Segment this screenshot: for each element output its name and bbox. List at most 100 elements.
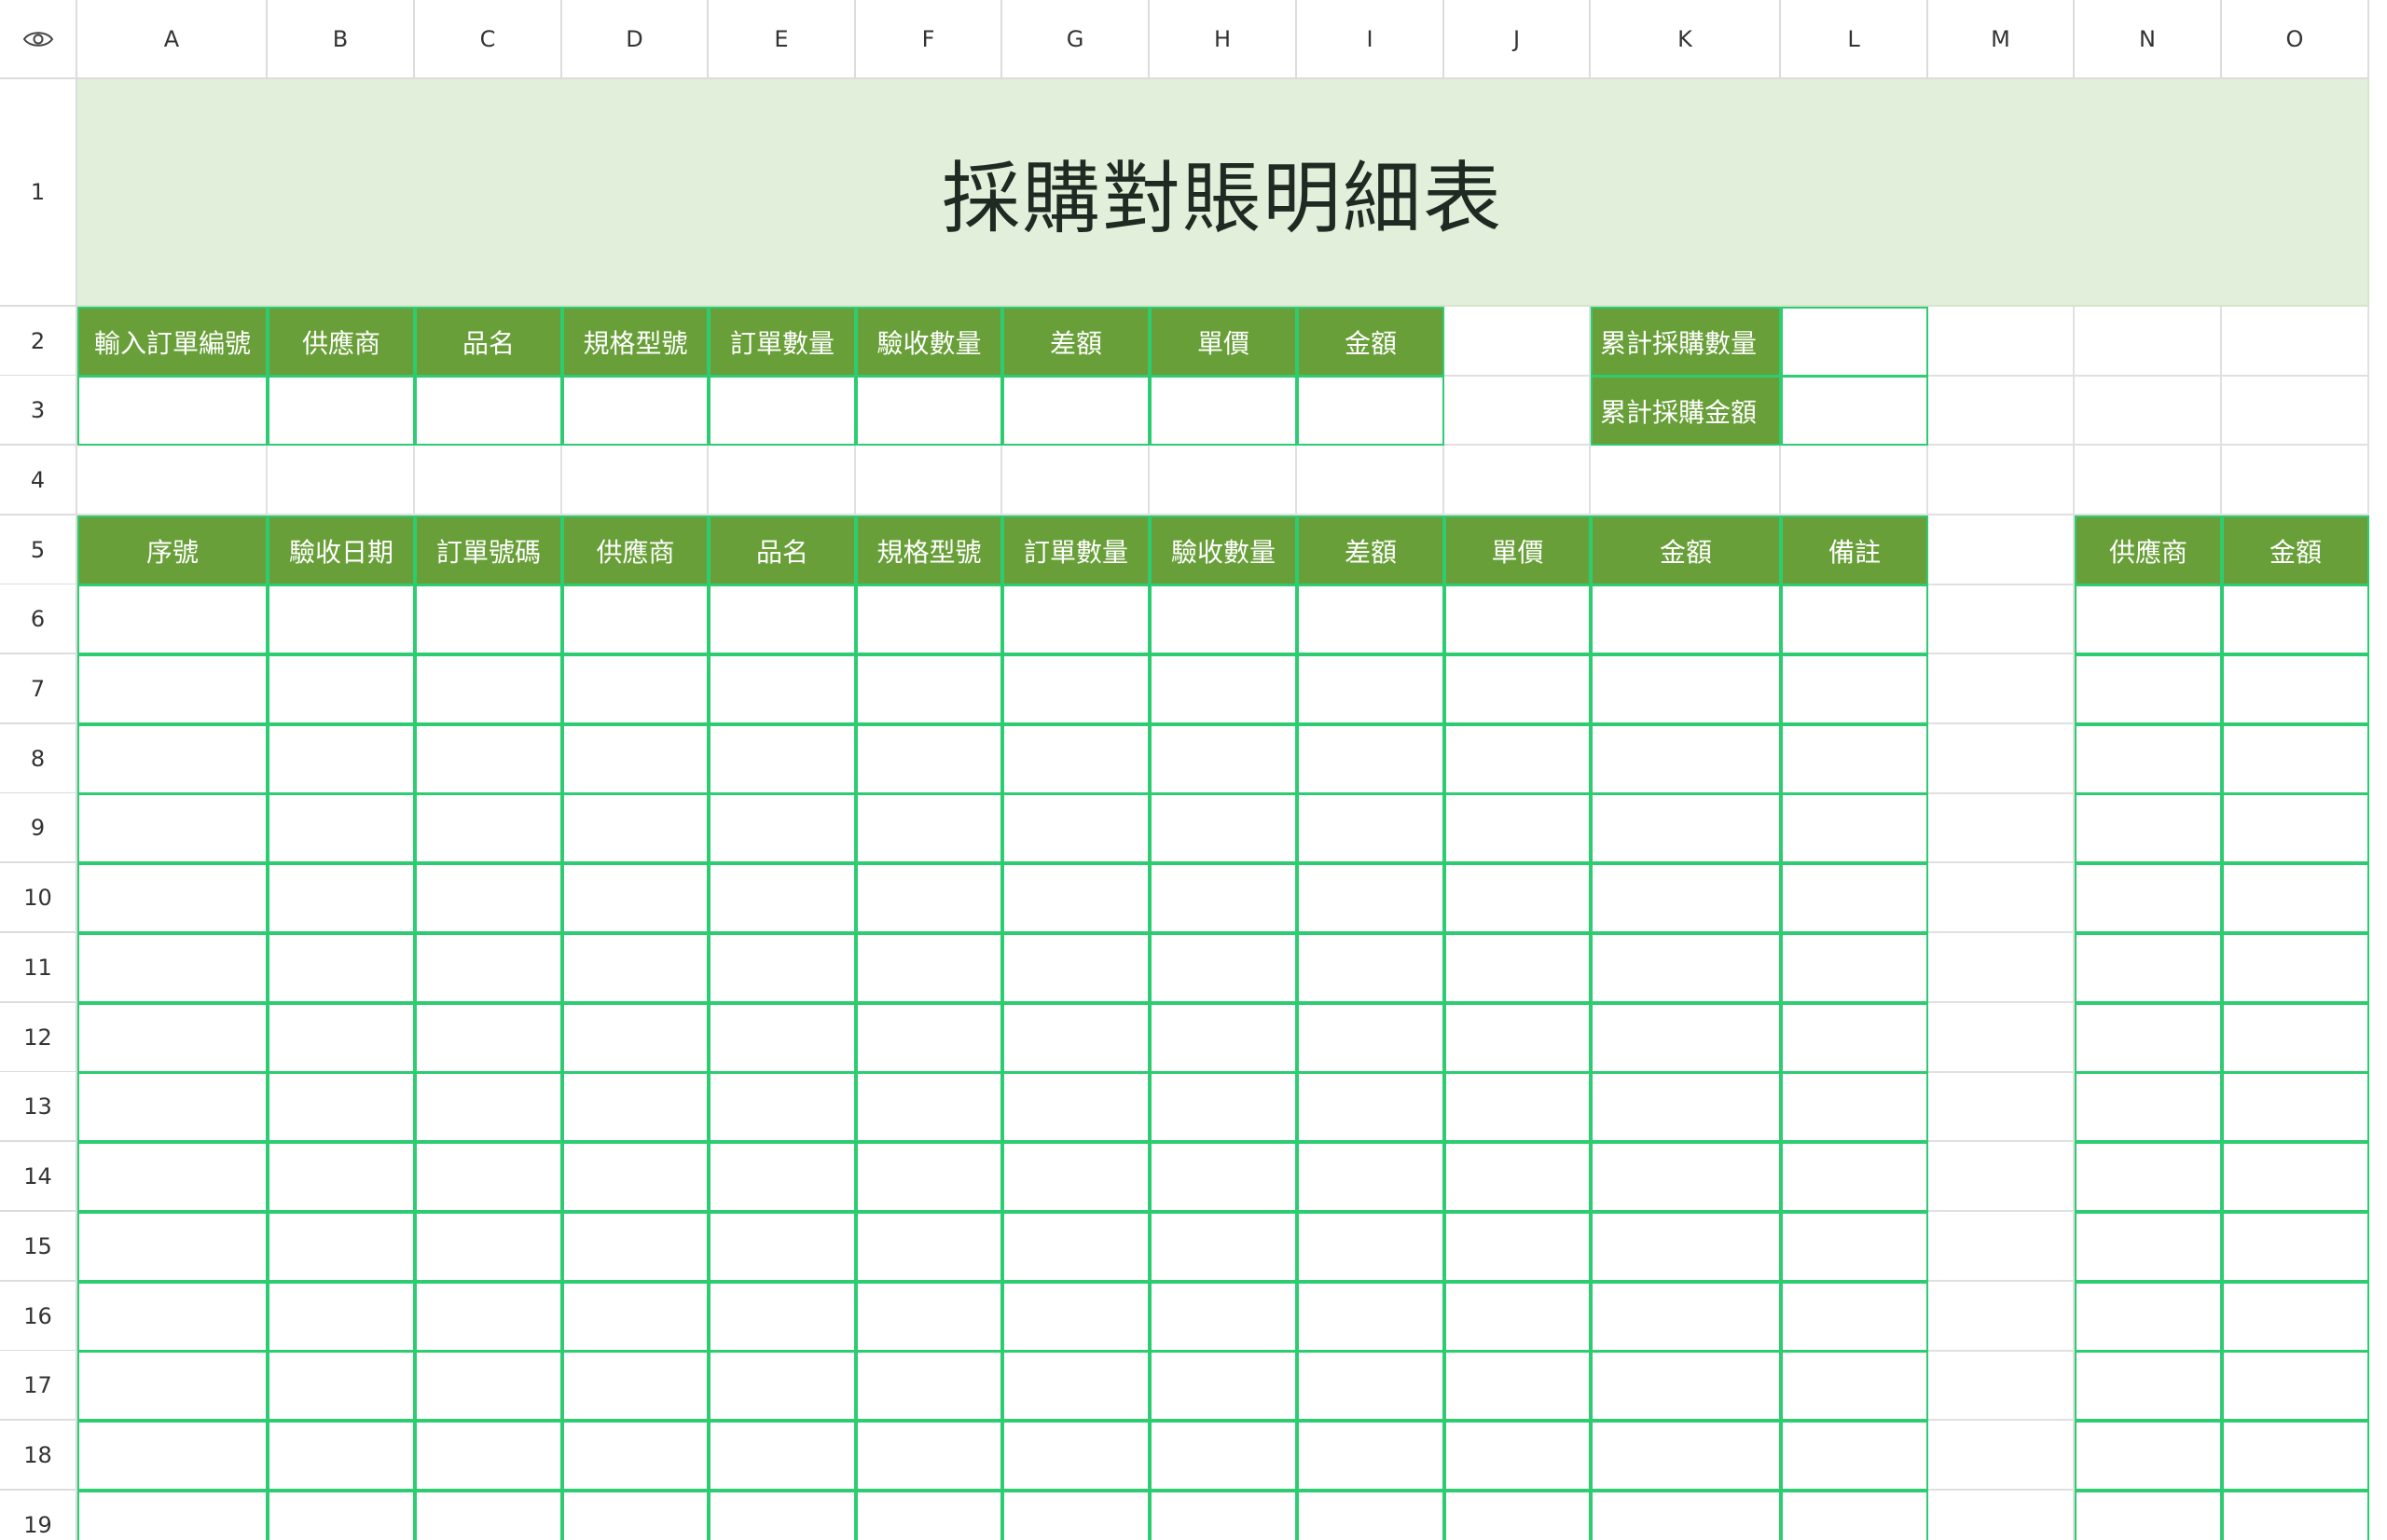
detail-cell[interactable] bbox=[709, 1072, 856, 1142]
detail-cell[interactable] bbox=[1591, 1282, 1781, 1352]
cell[interactable] bbox=[1928, 1142, 2075, 1212]
detail-cell[interactable] bbox=[268, 1142, 415, 1212]
detail-cell[interactable] bbox=[562, 584, 709, 654]
detail-cell[interactable] bbox=[562, 724, 709, 794]
detail-cell[interactable] bbox=[415, 584, 562, 654]
detail-cell[interactable] bbox=[709, 933, 856, 1003]
detail-cell[interactable] bbox=[1297, 1421, 1444, 1491]
detail-cell[interactable] bbox=[1781, 1421, 1928, 1491]
side-cell[interactable] bbox=[2222, 724, 2369, 794]
input-cell[interactable] bbox=[415, 376, 562, 446]
detail-cell[interactable] bbox=[709, 863, 856, 933]
detail-cell[interactable] bbox=[268, 1212, 415, 1282]
detail-cell[interactable] bbox=[1444, 1282, 1591, 1352]
detail-cell[interactable] bbox=[415, 933, 562, 1003]
side-cell[interactable] bbox=[2075, 863, 2222, 933]
cell[interactable] bbox=[1928, 1003, 2075, 1073]
detail-cell[interactable] bbox=[268, 1351, 415, 1421]
input-cell[interactable] bbox=[562, 376, 709, 446]
detail-cell[interactable] bbox=[1002, 584, 1150, 654]
detail-cell[interactable] bbox=[856, 863, 1002, 933]
detail-cell[interactable] bbox=[1297, 1351, 1444, 1421]
cell[interactable] bbox=[1928, 1351, 2075, 1421]
detail-cell[interactable] bbox=[1297, 1072, 1444, 1142]
detail-cell[interactable] bbox=[1297, 863, 1444, 933]
detail-cell[interactable] bbox=[1297, 1212, 1444, 1282]
cell[interactable] bbox=[1928, 584, 2075, 654]
column-header-d[interactable]: D bbox=[562, 0, 709, 79]
detail-cell[interactable] bbox=[1297, 584, 1444, 654]
cell[interactable] bbox=[1444, 446, 1591, 516]
detail-cell[interactable] bbox=[1444, 1072, 1591, 1142]
side-cell[interactable] bbox=[2075, 1351, 2222, 1421]
detail-cell[interactable] bbox=[562, 793, 709, 863]
detail-cell[interactable] bbox=[1781, 933, 1928, 1003]
detail-cell[interactable] bbox=[562, 1282, 709, 1352]
detail-cell[interactable] bbox=[1297, 933, 1444, 1003]
detail-cell[interactable] bbox=[1002, 793, 1150, 863]
detail-cell[interactable] bbox=[1781, 1142, 1928, 1212]
side-cell[interactable] bbox=[2075, 1003, 2222, 1073]
detail-cell[interactable] bbox=[856, 1491, 1002, 1540]
detail-cell[interactable] bbox=[77, 863, 268, 933]
detail-cell[interactable] bbox=[1297, 1003, 1444, 1073]
row-header-11[interactable]: 11 bbox=[0, 933, 77, 1003]
detail-cell[interactable] bbox=[1150, 724, 1297, 794]
row-header-3[interactable]: 3 bbox=[0, 376, 77, 446]
detail-cell[interactable] bbox=[415, 1421, 562, 1491]
detail-cell[interactable] bbox=[1444, 654, 1591, 724]
detail-cell[interactable] bbox=[709, 584, 856, 654]
row-header-13[interactable]: 13 bbox=[0, 1072, 77, 1142]
detail-cell[interactable] bbox=[562, 1421, 709, 1491]
detail-cell[interactable] bbox=[1781, 654, 1928, 724]
detail-cell[interactable] bbox=[1002, 1282, 1150, 1352]
detail-cell[interactable] bbox=[1591, 793, 1781, 863]
detail-cell[interactable] bbox=[1150, 1421, 1297, 1491]
side-cell[interactable] bbox=[2222, 793, 2369, 863]
detail-cell[interactable] bbox=[709, 1142, 856, 1212]
detail-cell[interactable] bbox=[709, 724, 856, 794]
detail-cell[interactable] bbox=[1781, 1003, 1928, 1073]
row-header-14[interactable]: 14 bbox=[0, 1142, 77, 1212]
spreadsheet-grid[interactable]: A B C D E F G H I J K L M N O 1 2 3 4 5 6 7 8 9 10 11 12 13 14 15 16 17… bbox=[0, 0, 2387, 1540]
detail-cell[interactable] bbox=[415, 1212, 562, 1282]
detail-cell[interactable] bbox=[415, 1142, 562, 1212]
cell[interactable] bbox=[77, 446, 268, 516]
detail-cell[interactable] bbox=[1591, 584, 1781, 654]
detail-cell[interactable] bbox=[1591, 1003, 1781, 1073]
detail-cell[interactable] bbox=[1297, 1282, 1444, 1352]
detail-cell[interactable] bbox=[856, 1282, 1002, 1352]
detail-cell[interactable] bbox=[562, 1072, 709, 1142]
detail-cell[interactable] bbox=[268, 584, 415, 654]
detail-cell[interactable] bbox=[1444, 1491, 1591, 1540]
detail-cell[interactable] bbox=[268, 1491, 415, 1540]
detail-cell[interactable] bbox=[77, 1142, 268, 1212]
detail-cell[interactable] bbox=[1002, 1003, 1150, 1073]
detail-cell[interactable] bbox=[1781, 1212, 1928, 1282]
cell[interactable] bbox=[1928, 654, 2075, 724]
detail-cell[interactable] bbox=[1781, 1351, 1928, 1421]
column-header-j[interactable]: J bbox=[1444, 0, 1591, 79]
detail-cell[interactable] bbox=[77, 654, 268, 724]
input-cell[interactable] bbox=[1002, 376, 1150, 446]
side-cell[interactable] bbox=[2222, 1421, 2369, 1491]
cell[interactable] bbox=[2222, 307, 2369, 377]
detail-cell[interactable] bbox=[856, 1212, 1002, 1282]
column-header-o[interactable]: O bbox=[2222, 0, 2369, 79]
eye-icon[interactable] bbox=[22, 29, 54, 49]
row-header-19[interactable]: 19 bbox=[0, 1491, 77, 1540]
detail-cell[interactable] bbox=[709, 1351, 856, 1421]
detail-cell[interactable] bbox=[1591, 1491, 1781, 1540]
side-cell[interactable] bbox=[2075, 1212, 2222, 1282]
column-header-a[interactable]: A bbox=[77, 0, 268, 79]
detail-cell[interactable] bbox=[1150, 654, 1297, 724]
cell[interactable] bbox=[2075, 446, 2222, 516]
side-cell[interactable] bbox=[2075, 584, 2222, 654]
detail-cell[interactable] bbox=[77, 1212, 268, 1282]
detail-cell[interactable] bbox=[562, 1491, 709, 1540]
row-header-4[interactable]: 4 bbox=[0, 446, 77, 516]
detail-cell[interactable] bbox=[268, 1072, 415, 1142]
row-header-16[interactable]: 16 bbox=[0, 1282, 77, 1352]
detail-cell[interactable] bbox=[77, 584, 268, 654]
detail-cell[interactable] bbox=[1444, 584, 1591, 654]
